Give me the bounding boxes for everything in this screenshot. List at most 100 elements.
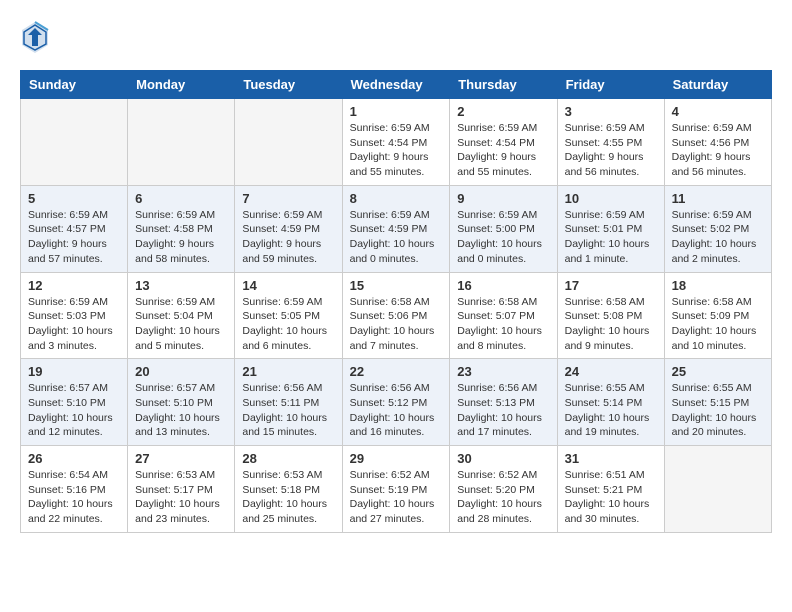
day-info: Sunrise: 6:52 AM Sunset: 5:20 PM Dayligh… <box>457 468 549 527</box>
calendar-cell: 17 Sunrise: 6:58 AM Sunset: 5:08 PM Dayli… <box>557 272 664 359</box>
weekday-header: Saturday <box>664 71 771 99</box>
calendar-cell: 12 Sunrise: 6:59 AM Sunset: 5:03 PM Dayli… <box>21 272 128 359</box>
weekday-header: Thursday <box>450 71 557 99</box>
calendar-cell <box>235 99 342 186</box>
weekday-header: Sunday <box>21 71 128 99</box>
day-info: Sunrise: 6:52 AM Sunset: 5:19 PM Dayligh… <box>350 468 443 527</box>
calendar-cell: 1 Sunrise: 6:59 AM Sunset: 4:54 PM Daylig… <box>342 99 450 186</box>
day-info: Sunrise: 6:59 AM Sunset: 5:02 PM Dayligh… <box>672 208 764 267</box>
calendar-cell: 25 Sunrise: 6:55 AM Sunset: 5:15 PM Dayli… <box>664 359 771 446</box>
day-number: 4 <box>672 104 764 119</box>
day-info: Sunrise: 6:55 AM Sunset: 5:14 PM Dayligh… <box>565 381 657 440</box>
calendar-cell: 20 Sunrise: 6:57 AM Sunset: 5:10 PM Dayli… <box>128 359 235 446</box>
calendar-cell: 19 Sunrise: 6:57 AM Sunset: 5:10 PM Dayli… <box>21 359 128 446</box>
calendar-cell: 7Sunrise: 6:59 AM Sunset: 4:59 PM Daylig… <box>235 185 342 272</box>
day-number: 19 <box>28 364 120 379</box>
day-info: Sunrise: 6:59 AM Sunset: 5:04 PM Dayligh… <box>135 295 227 354</box>
calendar-cell: 30 Sunrise: 6:52 AM Sunset: 5:20 PM Dayli… <box>450 446 557 533</box>
calendar-week-row: 26 Sunrise: 6:54 AM Sunset: 5:16 PM Dayli… <box>21 446 772 533</box>
weekday-header: Wednesday <box>342 71 450 99</box>
day-info: Sunrise: 6:58 AM Sunset: 5:08 PM Dayligh… <box>565 295 657 354</box>
day-info: Sunrise: 6:56 AM Sunset: 5:13 PM Dayligh… <box>457 381 549 440</box>
day-number: 12 <box>28 278 120 293</box>
day-info: Sunrise: 6:59 AM Sunset: 4:57 PM Dayligh… <box>28 208 120 267</box>
day-info: Sunrise: 6:57 AM Sunset: 5:10 PM Dayligh… <box>28 381 120 440</box>
day-number: 8 <box>350 191 443 206</box>
day-number: 11 <box>672 191 764 206</box>
day-info: Sunrise: 6:59 AM Sunset: 5:01 PM Dayligh… <box>565 208 657 267</box>
day-info: Sunrise: 6:59 AM Sunset: 5:00 PM Dayligh… <box>457 208 549 267</box>
day-info: Sunrise: 6:58 AM Sunset: 5:06 PM Dayligh… <box>350 295 443 354</box>
calendar-cell: 26 Sunrise: 6:54 AM Sunset: 5:16 PM Dayli… <box>21 446 128 533</box>
calendar-header-row: SundayMondayTuesdayWednesdayThursdayFrid… <box>21 71 772 99</box>
day-number: 6 <box>135 191 227 206</box>
day-number: 24 <box>565 364 657 379</box>
calendar-cell <box>128 99 235 186</box>
calendar-cell: 4Sunrise: 6:59 AM Sunset: 4:56 PM Daylig… <box>664 99 771 186</box>
day-info: Sunrise: 6:59 AM Sunset: 5:05 PM Dayligh… <box>242 295 334 354</box>
calendar-cell: 28 Sunrise: 6:53 AM Sunset: 5:18 PM Dayli… <box>235 446 342 533</box>
calendar-cell: 14 Sunrise: 6:59 AM Sunset: 5:05 PM Dayli… <box>235 272 342 359</box>
calendar-table: SundayMondayTuesdayWednesdayThursdayFrid… <box>20 70 772 533</box>
day-number: 25 <box>672 364 764 379</box>
calendar-cell: 9Sunrise: 6:59 AM Sunset: 5:00 PM Daylig… <box>450 185 557 272</box>
day-number: 10 <box>565 191 657 206</box>
day-number: 31 <box>565 451 657 466</box>
day-info: Sunrise: 6:57 AM Sunset: 5:10 PM Dayligh… <box>135 381 227 440</box>
calendar-cell: 27Sunrise: 6:53 AM Sunset: 5:17 PM Dayli… <box>128 446 235 533</box>
calendar-week-row: 12 Sunrise: 6:59 AM Sunset: 5:03 PM Dayli… <box>21 272 772 359</box>
calendar-cell: 2Sunrise: 6:59 AM Sunset: 4:54 PM Daylig… <box>450 99 557 186</box>
day-number: 14 <box>242 278 334 293</box>
logo-icon <box>20 20 50 55</box>
day-info: Sunrise: 6:54 AM Sunset: 5:16 PM Dayligh… <box>28 468 120 527</box>
day-info: Sunrise: 6:56 AM Sunset: 5:12 PM Dayligh… <box>350 381 443 440</box>
day-info: Sunrise: 6:55 AM Sunset: 5:15 PM Dayligh… <box>672 381 764 440</box>
day-info: Sunrise: 6:58 AM Sunset: 5:09 PM Dayligh… <box>672 295 764 354</box>
day-info: Sunrise: 6:59 AM Sunset: 4:58 PM Dayligh… <box>135 208 227 267</box>
calendar-cell <box>664 446 771 533</box>
day-number: 30 <box>457 451 549 466</box>
day-number: 16 <box>457 278 549 293</box>
day-info: Sunrise: 6:59 AM Sunset: 5:03 PM Dayligh… <box>28 295 120 354</box>
day-info: Sunrise: 6:59 AM Sunset: 4:54 PM Dayligh… <box>350 121 443 180</box>
calendar-week-row: 5 Sunrise: 6:59 AM Sunset: 4:57 PM Daylig… <box>21 185 772 272</box>
day-number: 18 <box>672 278 764 293</box>
weekday-header: Tuesday <box>235 71 342 99</box>
day-info: Sunrise: 6:59 AM Sunset: 4:59 PM Dayligh… <box>350 208 443 267</box>
calendar-cell: 29 Sunrise: 6:52 AM Sunset: 5:19 PM Dayli… <box>342 446 450 533</box>
calendar-cell: 10 Sunrise: 6:59 AM Sunset: 5:01 PM Dayli… <box>557 185 664 272</box>
day-info: Sunrise: 6:56 AM Sunset: 5:11 PM Dayligh… <box>242 381 334 440</box>
day-number: 2 <box>457 104 549 119</box>
calendar-cell: 11 Sunrise: 6:59 AM Sunset: 5:02 PM Dayli… <box>664 185 771 272</box>
day-number: 13 <box>135 278 227 293</box>
calendar-cell: 22 Sunrise: 6:56 AM Sunset: 5:12 PM Dayli… <box>342 359 450 446</box>
calendar-cell: 15 Sunrise: 6:58 AM Sunset: 5:06 PM Dayli… <box>342 272 450 359</box>
calendar-cell: 13 Sunrise: 6:59 AM Sunset: 5:04 PM Dayli… <box>128 272 235 359</box>
calendar-cell: 16 Sunrise: 6:58 AM Sunset: 5:07 PM Dayli… <box>450 272 557 359</box>
day-info: Sunrise: 6:53 AM Sunset: 5:18 PM Dayligh… <box>242 468 334 527</box>
calendar-week-row: 19 Sunrise: 6:57 AM Sunset: 5:10 PM Dayli… <box>21 359 772 446</box>
calendar-cell <box>21 99 128 186</box>
calendar-cell: 31 Sunrise: 6:51 AM Sunset: 5:21 PM Dayli… <box>557 446 664 533</box>
calendar-cell: 3 Sunrise: 6:59 AM Sunset: 4:55 PM Daylig… <box>557 99 664 186</box>
day-number: 15 <box>350 278 443 293</box>
day-number: 26 <box>28 451 120 466</box>
calendar-cell: 21 Sunrise: 6:56 AM Sunset: 5:11 PM Dayli… <box>235 359 342 446</box>
day-number: 3 <box>565 104 657 119</box>
day-number: 22 <box>350 364 443 379</box>
calendar-cell: 5 Sunrise: 6:59 AM Sunset: 4:57 PM Daylig… <box>21 185 128 272</box>
day-info: Sunrise: 6:58 AM Sunset: 5:07 PM Dayligh… <box>457 295 549 354</box>
day-number: 28 <box>242 451 334 466</box>
day-number: 17 <box>565 278 657 293</box>
day-number: 5 <box>28 191 120 206</box>
day-number: 20 <box>135 364 227 379</box>
day-info: Sunrise: 6:59 AM Sunset: 4:55 PM Dayligh… <box>565 121 657 180</box>
day-number: 21 <box>242 364 334 379</box>
day-info: Sunrise: 6:51 AM Sunset: 5:21 PM Dayligh… <box>565 468 657 527</box>
calendar-week-row: 1 Sunrise: 6:59 AM Sunset: 4:54 PM Daylig… <box>21 99 772 186</box>
calendar-cell: 8 Sunrise: 6:59 AM Sunset: 4:59 PM Daylig… <box>342 185 450 272</box>
day-number: 29 <box>350 451 443 466</box>
logo <box>20 20 52 55</box>
calendar-cell: 23Sunrise: 6:56 AM Sunset: 5:13 PM Dayli… <box>450 359 557 446</box>
day-number: 1 <box>350 104 443 119</box>
